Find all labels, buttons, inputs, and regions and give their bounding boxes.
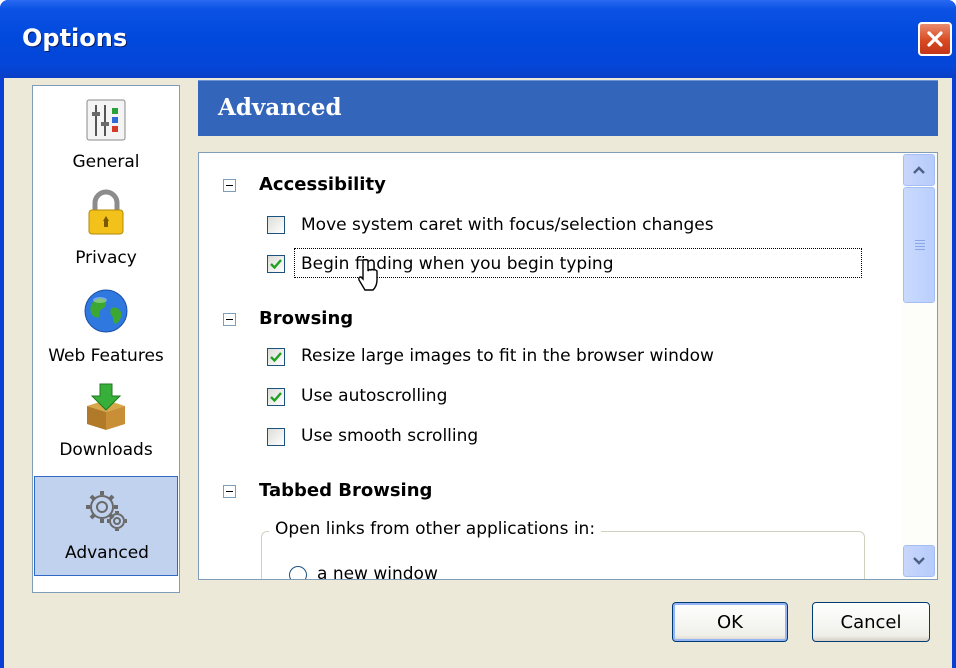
sidebar-item-label: General: [72, 152, 140, 172]
sidebar-item-label: Advanced: [65, 543, 149, 563]
dialog-body: General Privacy Web Features Downloads A…: [4, 78, 952, 668]
checkbox-move-caret[interactable]: [267, 216, 285, 234]
chevron-down-icon: [913, 557, 925, 565]
option-label: Resize large images to fit in the browse…: [301, 346, 714, 366]
section-header: Advanced: [198, 80, 938, 136]
sidebar-item-privacy[interactable]: Privacy: [34, 186, 178, 280]
collapse-toggle-accessibility[interactable]: [223, 179, 236, 192]
scroll-down-button[interactable]: [903, 545, 935, 577]
sidebar-item-label: Downloads: [59, 440, 153, 460]
general-settings-icon: [86, 99, 126, 141]
close-button[interactable]: [918, 22, 952, 56]
scroll-thumb[interactable]: [903, 187, 935, 303]
globe-icon: [84, 289, 128, 333]
padlock-icon: [88, 189, 124, 235]
checkmark-icon: [270, 259, 282, 270]
checkmark-icon: [270, 392, 282, 403]
cancel-button[interactable]: Cancel: [812, 602, 930, 642]
page-title: Advanced: [218, 94, 342, 121]
close-icon: [927, 31, 943, 47]
collapse-toggle-browsing[interactable]: [223, 313, 236, 326]
section-title-accessibility: Accessibility: [259, 174, 386, 195]
checkbox-begin-finding[interactable]: [267, 255, 285, 273]
chevron-up-icon: [913, 166, 925, 174]
ok-button[interactable]: OK: [672, 602, 788, 642]
thumb-grip: [915, 249, 925, 250]
sidebar-item-label: Privacy: [75, 248, 137, 268]
sidebar-item-advanced[interactable]: Advanced: [34, 476, 178, 576]
download-box-icon: [87, 383, 125, 430]
option-label: Use smooth scrolling: [301, 426, 479, 446]
checkmark-icon: [270, 352, 282, 363]
title-bar[interactable]: Options: [0, 0, 956, 78]
category-sidebar: General Privacy Web Features Downloads A…: [32, 85, 180, 593]
vertical-scrollbar[interactable]: [902, 153, 937, 579]
thumb-grip: [915, 243, 925, 244]
groupbox-label: Open links from other applications in:: [269, 519, 602, 539]
option-label: Use autoscrolling: [301, 386, 448, 406]
option-label: Begin finding when you begin typing: [301, 254, 614, 274]
section-title-tabbed-browsing: Tabbed Browsing: [259, 480, 433, 501]
collapse-toggle-tabbed-browsing[interactable]: [223, 485, 236, 498]
checkbox-autoscrolling[interactable]: [267, 388, 285, 406]
thumb-grip: [915, 246, 925, 247]
gears-icon: [86, 491, 127, 531]
mouse-cursor-icon: [358, 258, 378, 291]
section-title-browsing: Browsing: [259, 308, 354, 329]
scroll-up-button[interactable]: [903, 154, 935, 186]
thumb-grip: [915, 240, 925, 241]
sidebar-item-label: Web Features: [48, 346, 164, 366]
sidebar-item-web-features[interactable]: Web Features: [34, 282, 178, 378]
checkbox-resize-images[interactable]: [267, 348, 285, 366]
window-title: Options: [22, 24, 128, 52]
option-label: Move system caret with focus/selection c…: [301, 215, 714, 235]
checkbox-smooth-scrolling[interactable]: [267, 428, 285, 446]
settings-tree[interactable]: Accessibility Move system caret with foc…: [198, 152, 938, 580]
sidebar-item-downloads[interactable]: Downloads: [34, 380, 178, 474]
radio-new-window[interactable]: [289, 566, 307, 579]
options-window: Options General Privacy Web Features Dow…: [0, 0, 956, 668]
option-label: a new window: [317, 564, 438, 580]
sidebar-item-general[interactable]: General: [34, 88, 178, 184]
